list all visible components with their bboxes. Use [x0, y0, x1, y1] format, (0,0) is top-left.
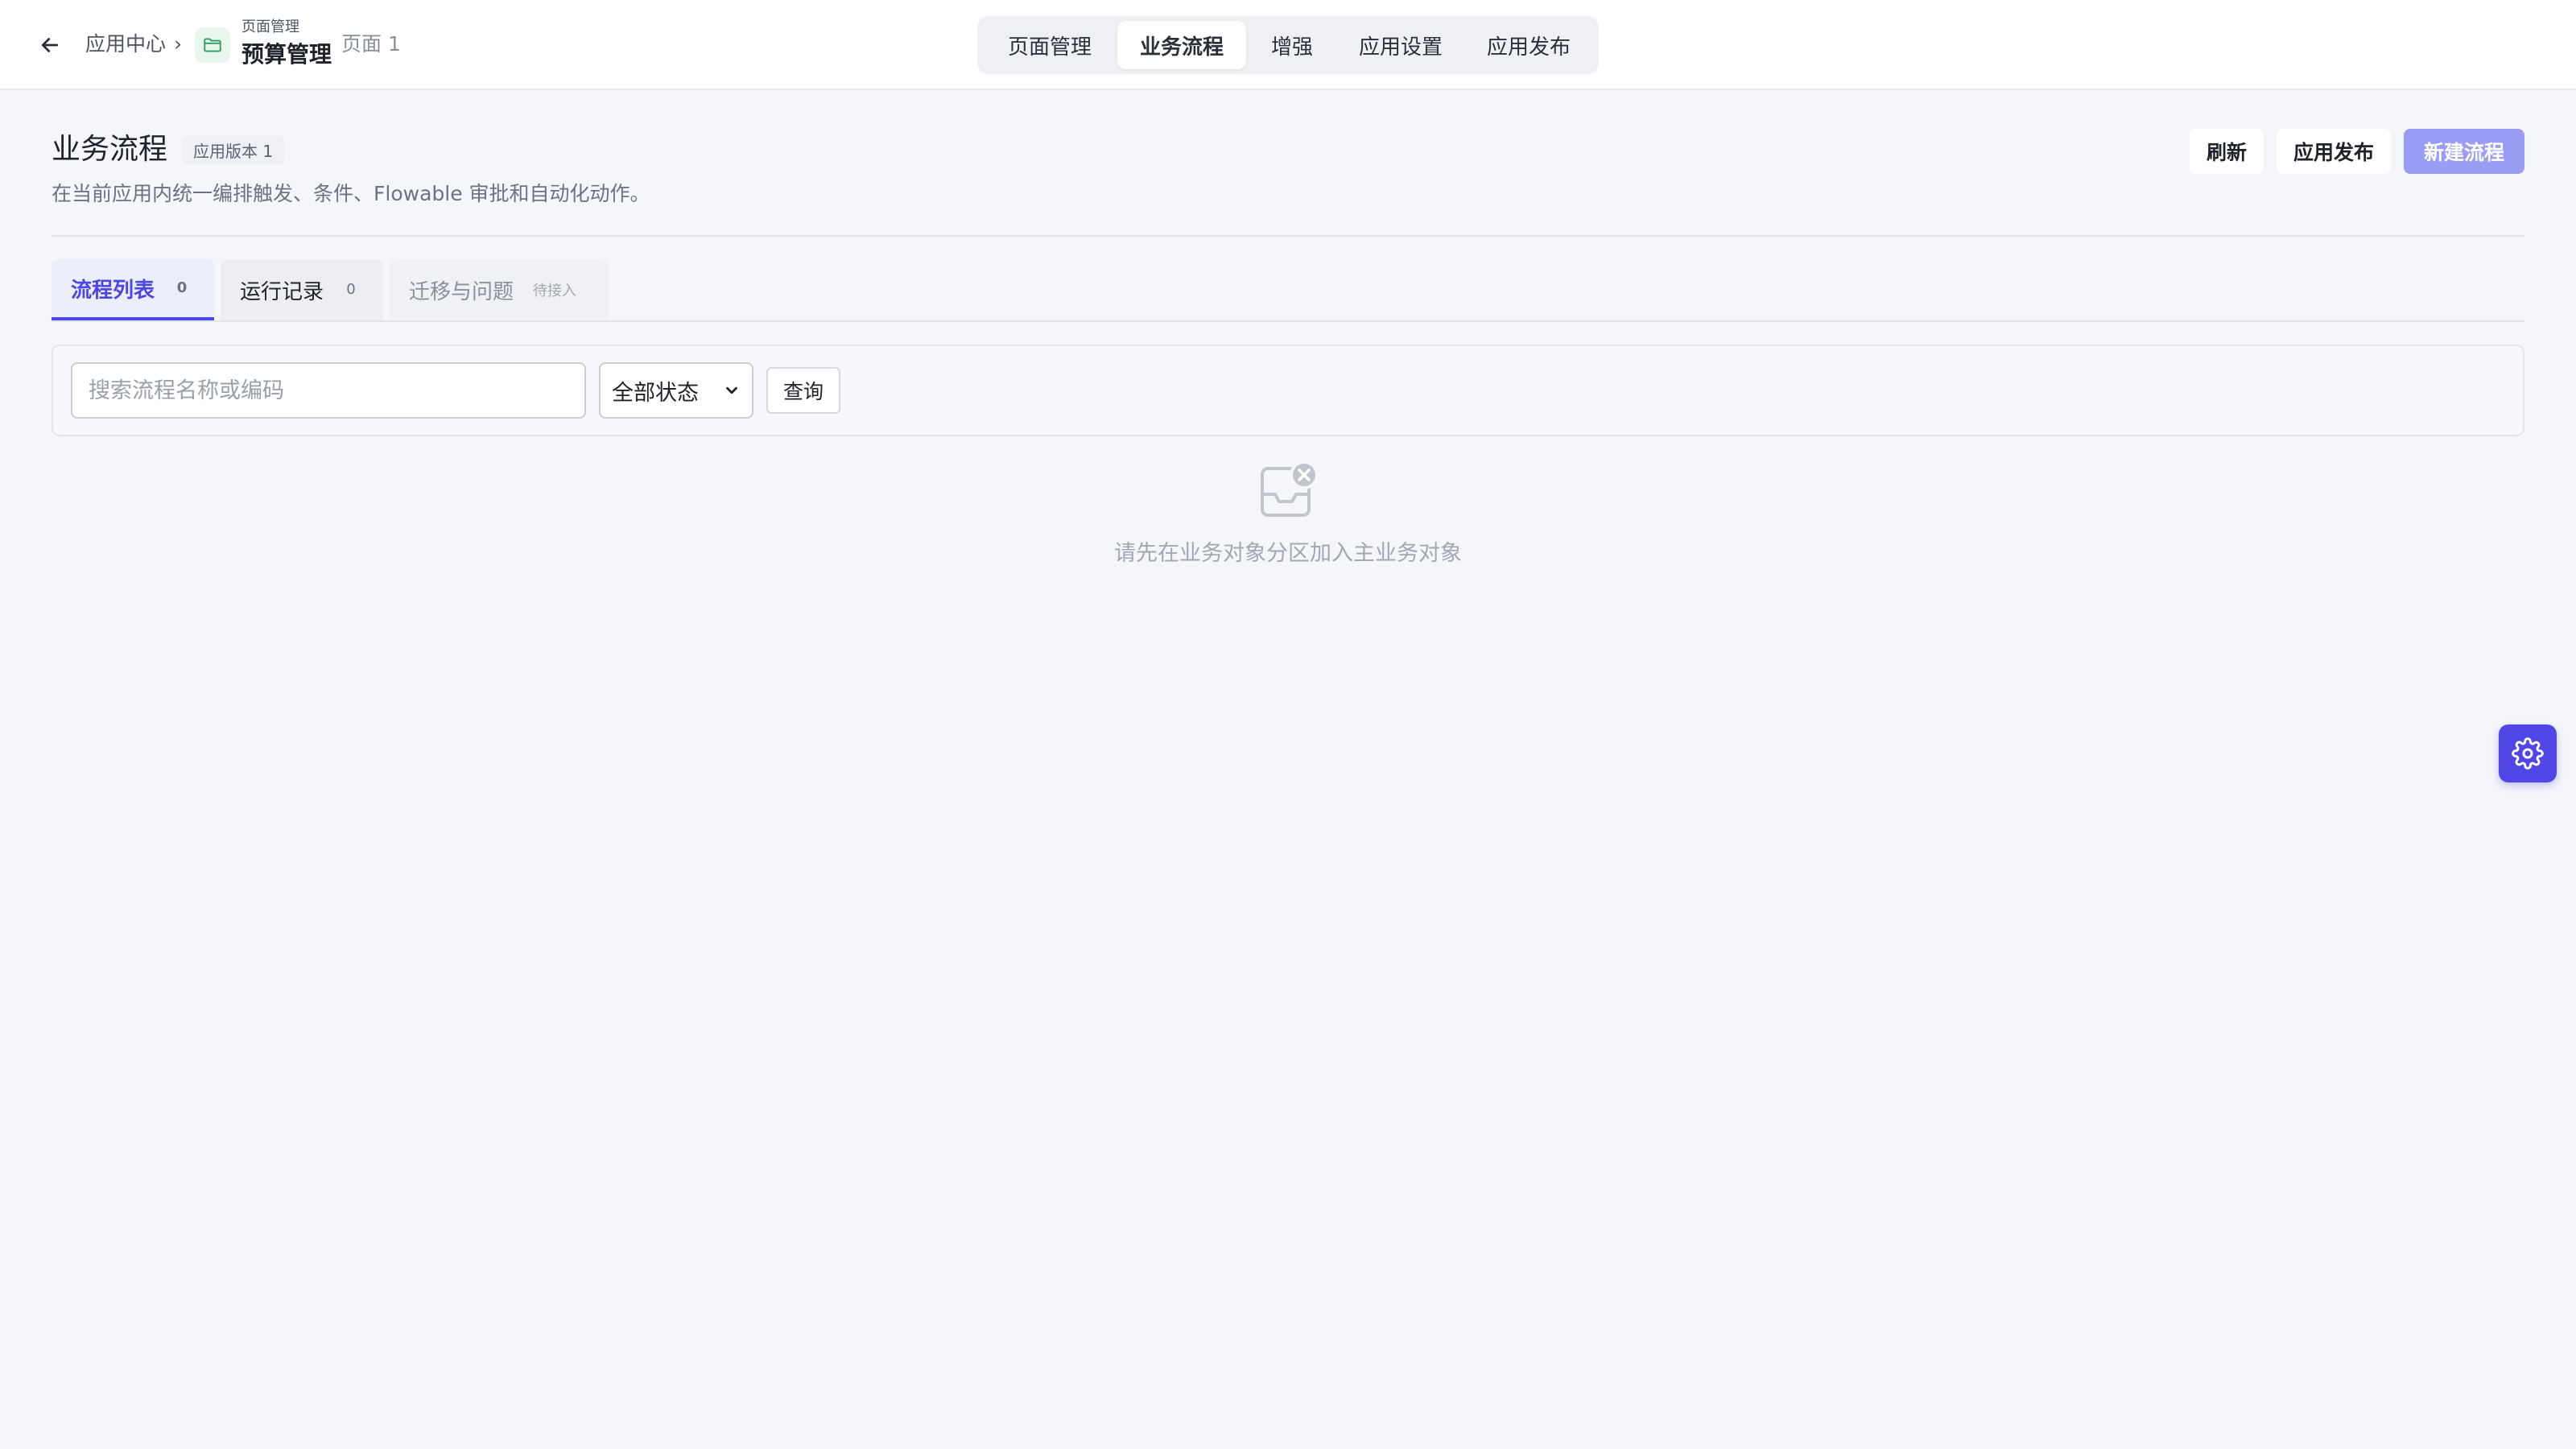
subtab-migration-issues[interactable]: 迁移与问题 待接入	[390, 259, 609, 320]
gear-icon	[2512, 737, 2544, 770]
search-input[interactable]	[71, 362, 586, 419]
header-divider	[52, 235, 2524, 237]
page-description: 在当前应用内统一编排触发、条件、Flowable 审批和自动化动作。	[52, 182, 650, 205]
subtab-migration-pending-tag: 待接入	[533, 283, 577, 299]
tab-app-settings[interactable]: 应用设置	[1338, 21, 1463, 69]
top-bar: 应用中心 › 页面管理 预算管理 页面 1 页面管理 业务流程 增强 应用设置 …	[0, 0, 2576, 90]
breadcrumb-separator: ›	[174, 32, 182, 56]
tab-page-management[interactable]: 页面管理	[982, 21, 1117, 69]
arrow-left-icon	[41, 38, 59, 52]
breadcrumb-app-center[interactable]: 应用中心	[85, 31, 166, 58]
version-badge: 应用版本 1	[182, 135, 285, 164]
app-name: 预算管理	[242, 41, 332, 68]
tab-enhance[interactable]: 增强	[1246, 21, 1338, 69]
status-select[interactable]: 全部状态	[599, 362, 753, 419]
tab-app-publish[interactable]: 应用发布	[1463, 21, 1594, 69]
breadcrumb-page[interactable]: 页面 1	[341, 31, 401, 58]
subtab-flow-list-count: 0	[176, 279, 188, 296]
empty-state-message: 请先在业务对象分区加入主业务对象	[1114, 541, 1462, 566]
page-title: 业务流程	[52, 133, 168, 166]
publish-button[interactable]: 应用发布	[2277, 129, 2391, 174]
new-flow-button[interactable]: 新建流程	[2404, 129, 2524, 174]
app-group-label: 页面管理	[242, 19, 299, 35]
filter-bar: 全部状态 查询	[52, 345, 2524, 436]
subtab-migration-issues-label: 迁移与问题	[409, 279, 514, 304]
empty-inbox-icon	[1261, 460, 1319, 517]
query-button[interactable]: 查询	[766, 367, 840, 414]
main-nav-tabs: 页面管理 业务流程 增强 应用设置 应用发布	[977, 16, 1599, 74]
chevron-down-icon	[726, 386, 737, 394]
subtab-run-records[interactable]: 运行记录 0	[221, 259, 383, 320]
subtab-flow-list[interactable]: 流程列表 0	[52, 259, 214, 320]
tab-business-flow[interactable]: 业务流程	[1117, 21, 1246, 69]
app-icon-wrapper	[195, 27, 230, 63]
subtab-run-records-label: 运行记录	[240, 279, 324, 304]
subtab-divider	[52, 320, 2524, 322]
refresh-button[interactable]: 刷新	[2190, 129, 2264, 174]
floating-settings-button[interactable]	[2499, 724, 2557, 782]
subtab-run-records-count: 0	[346, 281, 356, 298]
folder-icon	[204, 38, 221, 52]
back-button[interactable]	[31, 27, 69, 63]
status-select-value: 全部状态	[612, 380, 699, 406]
subtab-flow-list-label: 流程列表	[71, 278, 155, 303]
